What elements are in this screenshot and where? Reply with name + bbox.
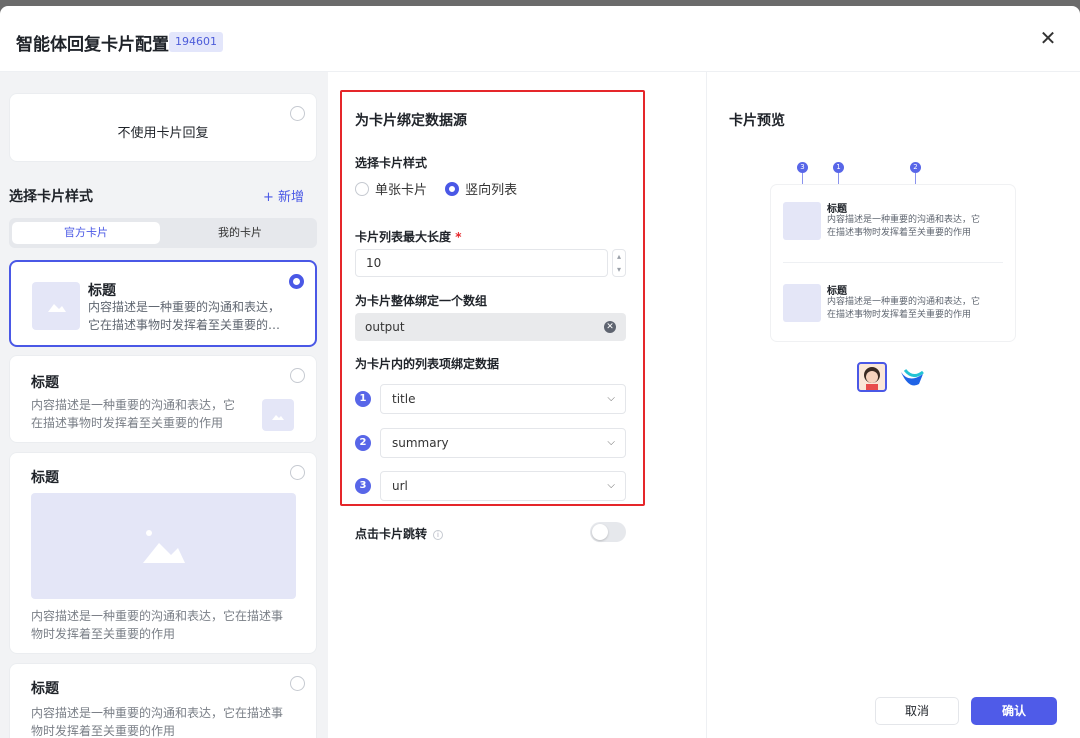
preview-item-desc: 内容描述是一种重要的沟通和表达，它 在描述事物时发挥着至关重要的作用 [827, 297, 981, 320]
array-select[interactable]: output ✕ [355, 313, 626, 341]
binding-row: 2 summary ⌵ [355, 428, 626, 458]
max-length-label: 卡片列表最大长度 * [355, 230, 462, 244]
modal-header: 智能体回复卡片配置 194601 ✕ [0, 6, 1080, 72]
chevron-down-icon: ⌵ [607, 393, 615, 404]
preview-title: 卡片预览 [729, 113, 785, 129]
avatar-icon[interactable] [857, 362, 887, 392]
binding-number: 2 [355, 435, 371, 451]
card-radio[interactable] [290, 368, 305, 383]
card-style-option[interactable]: 标题 内容描述是一种重要的沟通和表达，它在描述事物时发挥着至关重要的作用 [9, 452, 317, 654]
add-card-button[interactable]: + 新增 [263, 186, 304, 205]
section-title: 选择卡片样式 [9, 189, 93, 205]
binding-number: 3 [355, 478, 371, 494]
pin-marker: 3 [797, 162, 808, 173]
preview-panel: 卡片预览 3 1 2 标题 内容描述是一种重要的沟通和表达，它 在描述事物时发挥着… [706, 72, 1080, 738]
max-length-input[interactable]: 10 [355, 249, 608, 277]
single-card-label: 单张卡片 [375, 183, 428, 198]
card-radio[interactable] [290, 676, 305, 691]
card-radio[interactable] [290, 465, 305, 480]
confirm-button[interactable]: 确认 [971, 697, 1057, 725]
binding-number: 1 [355, 391, 371, 407]
binding-row: 1 title ⌵ [355, 384, 626, 414]
image-placeholder-icon [783, 202, 821, 240]
max-length-stepper[interactable]: ▴ ▾ [612, 249, 626, 277]
card-jump-label: 点击卡片跳转 i [355, 525, 444, 542]
chevron-down-icon: ⌵ [607, 480, 615, 491]
card-preview: 标题 内容描述是一种重要的沟通和表达，它 在描述事物时发挥着至关重要的作用 标题 … [771, 185, 1015, 341]
card-radio-selected[interactable] [289, 274, 304, 289]
tab-my-cards[interactable]: 我的卡片 [166, 222, 314, 244]
binding-select[interactable]: title ⌵ [380, 384, 626, 414]
style-label: 选择卡片样式 [355, 156, 428, 170]
modal-title: 智能体回复卡片配置 [16, 35, 169, 55]
preview-item-title: 标题 [827, 286, 847, 297]
card-source-tabs: 官方卡片 我的卡片 [9, 218, 317, 248]
card-title: 标题 [31, 470, 59, 486]
card-desc: 内容描述是一种重要的沟通和表达，它在描述事物时发挥着至关重要的作用 [31, 706, 284, 738]
card-style-option[interactable]: 标题 内容描述是一种重要的沟通和表达， 它在描述事物时发挥着至关重要的… [9, 260, 317, 347]
card-config-modal: 智能体回复卡片配置 194601 ✕ 不使用卡片回复 选择卡片样式 + 新增 官… [0, 6, 1080, 738]
style-radio-group: 单张卡片 竖向列表 [355, 179, 531, 198]
items-label: 为卡片内的列表项绑定数据 [355, 357, 500, 371]
array-label: 为卡片整体绑定一个数组 [355, 294, 488, 308]
card-title: 标题 [88, 283, 116, 299]
vertical-list-label: 竖向列表 [465, 183, 518, 198]
preview-item-title: 标题 [827, 204, 847, 215]
binding-select[interactable]: summary ⌵ [380, 428, 626, 458]
clear-icon[interactable]: ✕ [604, 321, 616, 333]
chevron-down-icon: ⌵ [607, 437, 615, 448]
image-placeholder-icon [32, 282, 80, 330]
single-card-radio[interactable] [355, 181, 369, 196]
card-jump-toggle[interactable] [590, 522, 626, 542]
image-placeholder-icon [783, 284, 821, 322]
vertical-list-radio[interactable] [445, 181, 460, 196]
no-card-radio[interactable] [290, 106, 305, 121]
info-icon: i [433, 529, 444, 540]
tab-official-cards[interactable]: 官方卡片 [12, 222, 160, 244]
binding-title: 为卡片绑定数据源 [355, 113, 467, 129]
pin-marker: 1 [833, 162, 844, 173]
binding-select[interactable]: url ⌵ [380, 471, 626, 501]
card-title: 标题 [31, 375, 59, 391]
card-style-option[interactable]: 标题 内容描述是一种重要的沟通和表达，它在描述事物时发挥着至关重要的作用 [9, 355, 317, 443]
close-icon[interactable]: ✕ [1038, 28, 1058, 48]
card-desc: 内容描述是一种重要的沟通和表达，它在描述事物时发挥着至关重要的作用 [31, 609, 284, 641]
data-binding-panel: 为卡片绑定数据源 选择卡片样式 单张卡片 竖向列表 卡片列表最大长度 * 10 … [328, 72, 706, 738]
app-logo-icon[interactable] [897, 362, 927, 392]
card-title: 标题 [31, 681, 59, 697]
no-card-option[interactable]: 不使用卡片回复 [9, 93, 317, 162]
image-placeholder-icon [31, 493, 296, 599]
card-desc: 内容描述是一种重要的沟通和表达，它在描述事物时发挥着至关重要的作用 [31, 398, 236, 430]
agent-id-badge: 194601 [169, 32, 223, 52]
card-desc: 内容描述是一种重要的沟通和表达， 它在描述事物时发挥着至关重要的… [88, 300, 281, 332]
pin-marker: 2 [910, 162, 921, 173]
no-card-label: 不使用卡片回复 [117, 126, 209, 141]
cancel-button[interactable]: 取消 [875, 697, 959, 725]
preview-item-desc: 内容描述是一种重要的沟通和表达，它 在描述事物时发挥着至关重要的作用 [827, 215, 981, 238]
card-style-panel: 不使用卡片回复 选择卡片样式 + 新增 官方卡片 我的卡片 标题 内容描述是一种… [0, 72, 328, 738]
card-style-option[interactable]: 标题 内容描述是一种重要的沟通和表达，它在描述事物时发挥着至关重要的作用 [9, 663, 317, 738]
binding-row: 3 url ⌵ [355, 471, 626, 501]
image-placeholder-icon [262, 399, 294, 431]
